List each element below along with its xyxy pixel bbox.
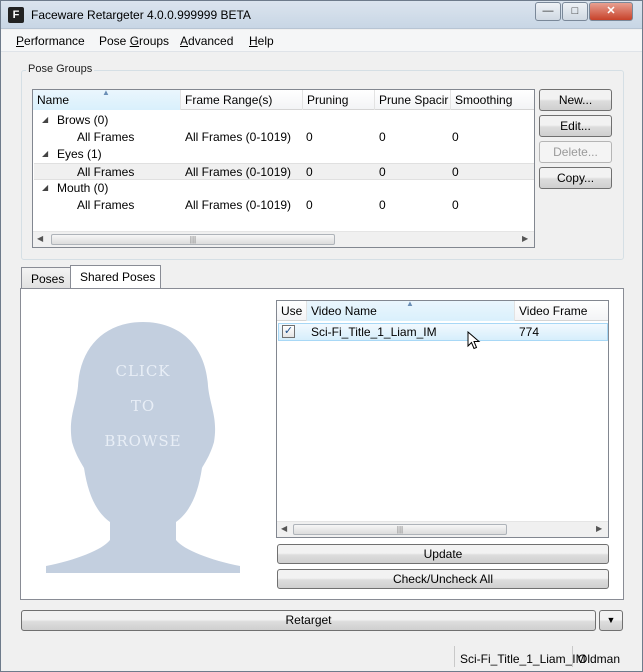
pose-groups-hscroll[interactable]: ◀ ||| ▶ bbox=[33, 231, 534, 247]
status-video-name: Sci-Fi_Title_1_Liam_IM bbox=[454, 646, 586, 667]
mouse-cursor-icon bbox=[467, 331, 481, 350]
scroll-right-icon[interactable]: ▶ bbox=[522, 234, 528, 243]
group-name: Mouth (0) bbox=[57, 181, 109, 195]
menu-label: elp bbox=[257, 34, 274, 48]
delete-button[interactable]: Delete... bbox=[539, 141, 612, 163]
group-row-brows[interactable]: ◢ Brows (0) bbox=[34, 112, 534, 129]
pruning-value: 0 bbox=[306, 165, 313, 179]
retarget-dropdown-button[interactable]: ▼ bbox=[599, 610, 623, 631]
frame-name: All Frames bbox=[77, 198, 135, 212]
shared-pose-row[interactable]: ✓ Sci-Fi_Title_1_Liam_IM 774 bbox=[278, 323, 608, 341]
shared-poses-header: Use ▲ Video Name Video Frame bbox=[277, 301, 608, 321]
scroll-thumb[interactable]: ||| bbox=[293, 524, 507, 535]
window-title: Faceware Retargeter 4.0.0.999999 BETA bbox=[31, 8, 251, 22]
pruning-value: 0 bbox=[306, 130, 313, 144]
menu-mnemonic: G bbox=[129, 34, 140, 48]
pruning-value: 0 bbox=[306, 198, 313, 212]
retarget-button[interactable]: Retarget bbox=[21, 610, 596, 631]
scroll-left-icon[interactable]: ◀ bbox=[37, 234, 43, 243]
click-text: CLICK bbox=[115, 362, 171, 380]
maximize-button[interactable]: □ bbox=[562, 2, 588, 21]
frame-row-brows[interactable]: All Frames All Frames (0-1019) 0 0 0 bbox=[34, 129, 534, 146]
copy-button[interactable]: Copy... bbox=[539, 167, 612, 189]
prune-spacing-value: 0 bbox=[379, 130, 386, 144]
use-checkbox[interactable]: ✓ bbox=[282, 325, 295, 338]
smoothing-value: 0 bbox=[452, 130, 459, 144]
frame-row-mouth[interactable]: All Frames All Frames (0-1019) 0 0 0 bbox=[34, 197, 534, 214]
menu-label: Pose bbox=[99, 34, 130, 48]
scroll-left-icon[interactable]: ◀ bbox=[281, 524, 287, 533]
status-bar: Sci-Fi_Title_1_Liam_IM Oldman bbox=[1, 642, 642, 671]
group-row-eyes[interactable]: ◢ Eyes (1) bbox=[34, 146, 534, 163]
shared-poses-list[interactable]: Use ▲ Video Name Video Frame ✓ Sci-Fi_Tit… bbox=[276, 300, 609, 538]
collapse-triangle-icon[interactable]: ◢ bbox=[42, 183, 48, 192]
menu-help[interactable]: Help bbox=[249, 34, 274, 48]
group-name: Eyes (1) bbox=[57, 147, 102, 161]
menu-label: roups bbox=[139, 34, 170, 48]
column-pruning[interactable]: Pruning bbox=[303, 90, 375, 110]
shared-poses-hscroll[interactable]: ◀ ||| ▶ bbox=[277, 521, 608, 537]
smoothing-value: 0 bbox=[452, 198, 459, 212]
column-label: Video Name bbox=[311, 304, 377, 318]
pose-groups-list[interactable]: ▲ Name Frame Range(s) Pruning Prune Spaci… bbox=[32, 89, 535, 248]
column-name[interactable]: ▲ Name bbox=[33, 90, 181, 110]
minimize-button[interactable]: — bbox=[535, 2, 561, 21]
menu-mnemonic: H bbox=[249, 34, 258, 48]
tab-shared-poses[interactable]: Shared Poses bbox=[70, 265, 161, 288]
sort-asc-icon: ▲ bbox=[102, 90, 110, 97]
menu-performance[interactable]: Performance bbox=[16, 34, 85, 48]
faceware-app-icon: F bbox=[8, 7, 24, 23]
group-name: Brows (0) bbox=[57, 113, 109, 127]
title-bar[interactable]: F Faceware Retargeter 4.0.0.999999 BETA … bbox=[1, 1, 642, 29]
menu-label: dvanced bbox=[188, 34, 234, 48]
video-name: Sci-Fi_Title_1_Liam_IM bbox=[311, 325, 437, 339]
menu-pose-groups[interactable]: Pose Groups bbox=[99, 34, 169, 48]
frame-row-eyes[interactable]: All Frames All Frames (0-1019) 0 0 0 bbox=[34, 163, 534, 180]
collapse-triangle-icon[interactable]: ◢ bbox=[42, 115, 48, 124]
check-uncheck-all-button[interactable]: Check/Uncheck All bbox=[277, 569, 609, 589]
prune-spacing-value: 0 bbox=[379, 198, 386, 212]
sort-asc-icon: ▲ bbox=[406, 301, 414, 308]
pose-groups-header: ▲ Name Frame Range(s) Pruning Prune Spaci… bbox=[33, 90, 534, 110]
column-video-name[interactable]: ▲ Video Name bbox=[307, 301, 515, 321]
actor-photo-browse[interactable]: CLICK TO BROWSE bbox=[46, 314, 240, 573]
column-video-frame[interactable]: Video Frame bbox=[515, 301, 608, 321]
column-label: Name bbox=[37, 93, 70, 107]
menu-advanced[interactable]: Advanced bbox=[180, 34, 233, 48]
column-use[interactable]: Use bbox=[277, 301, 307, 321]
to-text: TO bbox=[130, 397, 156, 415]
frame-range: All Frames (0-1019) bbox=[185, 165, 292, 179]
collapse-triangle-icon[interactable]: ◢ bbox=[42, 149, 48, 158]
browse-text: BROWSE bbox=[104, 432, 182, 450]
menu-bar: Performance Pose Groups Advanced Help bbox=[1, 30, 642, 52]
update-button[interactable]: Update bbox=[277, 544, 609, 564]
frame-range: All Frames (0-1019) bbox=[185, 130, 292, 144]
close-button[interactable]: ✕ bbox=[589, 2, 633, 21]
menu-label: erformance bbox=[24, 34, 85, 48]
column-prune-spacing[interactable]: Prune Spacir bbox=[375, 90, 451, 110]
edit-button[interactable]: Edit... bbox=[539, 115, 612, 137]
scroll-thumb[interactable]: ||| bbox=[51, 234, 335, 245]
frame-name: All Frames bbox=[77, 165, 135, 179]
retargeter-window: F Faceware Retargeter 4.0.0.999999 BETA … bbox=[0, 0, 643, 672]
frame-name: All Frames bbox=[77, 130, 135, 144]
pose-groups-label: Pose Groups bbox=[26, 63, 95, 75]
menu-mnemonic: A bbox=[180, 34, 189, 48]
group-row-mouth[interactable]: ◢ Mouth (0) bbox=[34, 180, 534, 197]
column-smoothing[interactable]: Smoothing bbox=[451, 90, 534, 110]
smoothing-value: 0 bbox=[452, 165, 459, 179]
new-button[interactable]: New... bbox=[539, 89, 612, 111]
status-actor: Oldman bbox=[572, 646, 642, 667]
tab-poses[interactable]: Poses bbox=[21, 267, 71, 288]
video-frame: 774 bbox=[519, 325, 540, 339]
frame-range: All Frames (0-1019) bbox=[185, 198, 292, 212]
column-frame-range[interactable]: Frame Range(s) bbox=[181, 90, 303, 110]
menu-mnemonic: P bbox=[16, 34, 25, 48]
prune-spacing-value: 0 bbox=[379, 165, 386, 179]
scroll-right-icon[interactable]: ▶ bbox=[596, 524, 602, 533]
